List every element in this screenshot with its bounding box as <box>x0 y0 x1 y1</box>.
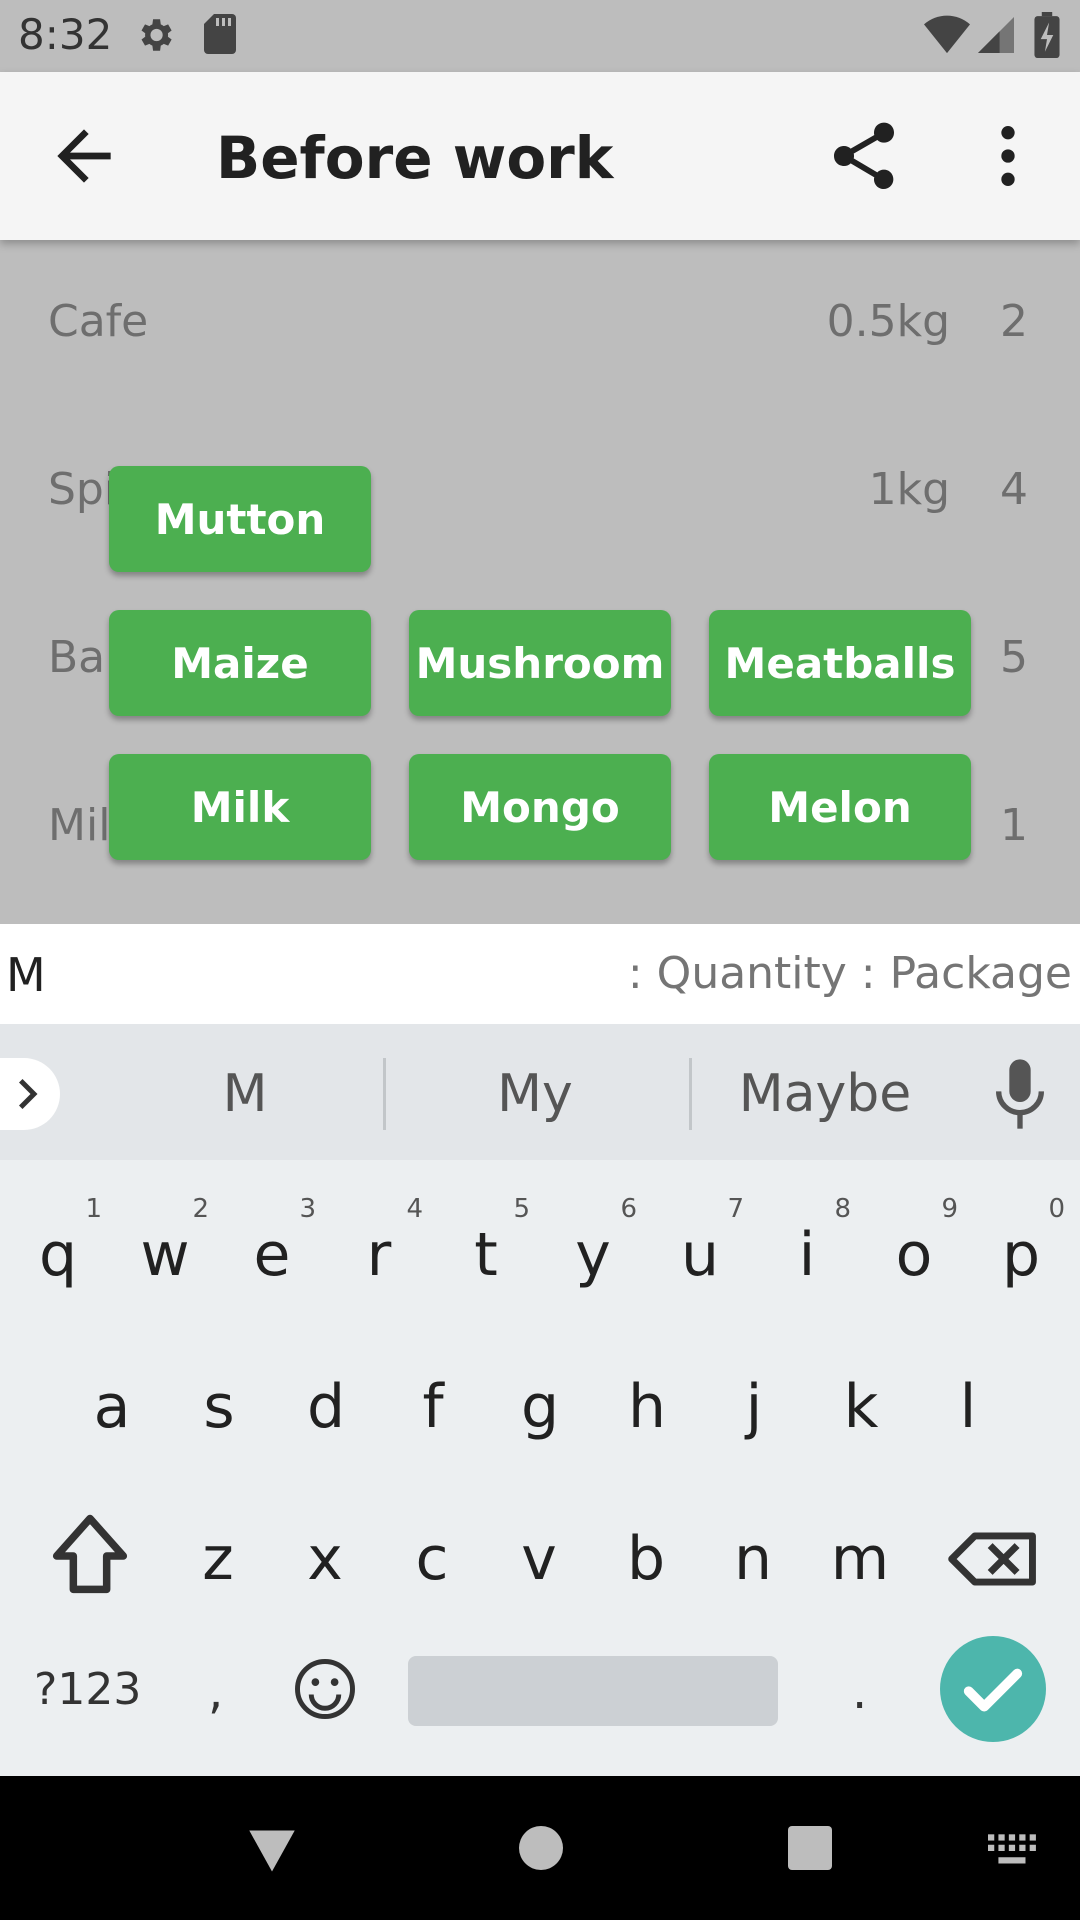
suggestion-chip[interactable]: Meatballs <box>709 610 971 716</box>
voice-input-button[interactable] <box>988 1054 1052 1134</box>
key-d[interactable]: d <box>276 1346 376 1466</box>
input-value: M <box>6 948 46 1002</box>
shift-key[interactable] <box>40 1496 140 1616</box>
triangle-down-icon <box>249 1830 295 1872</box>
word-suggestion[interactable]: Maybe <box>720 1064 930 1124</box>
nav-back-button[interactable] <box>244 1826 300 1876</box>
suggestion-chip[interactable]: Melon <box>709 754 971 860</box>
item-quantity: 5 <box>1000 632 1028 683</box>
item-name: Mil <box>48 800 111 851</box>
key-n[interactable]: n <box>703 1498 803 1618</box>
key-y[interactable]: 6y <box>543 1194 643 1314</box>
key-r[interactable]: 4r <box>329 1194 429 1314</box>
key-b[interactable]: b <box>596 1498 696 1618</box>
expand-toolbar-button[interactable] <box>0 1058 60 1130</box>
back-button[interactable] <box>44 116 124 196</box>
list-item[interactable]: Cafe 0.5kg 2 <box>0 274 1080 374</box>
period-key[interactable]: . <box>852 1664 867 1720</box>
keyboard-switch-button[interactable] <box>988 1834 1038 1868</box>
settings-icon <box>141 19 172 51</box>
item-quantity: 4 <box>1000 464 1028 515</box>
microphone-icon <box>996 1059 1044 1129</box>
key-z[interactable]: z <box>168 1498 268 1618</box>
item-name: Spi <box>48 464 117 515</box>
suggestion-chip[interactable]: Mutton <box>109 466 371 572</box>
shift-icon <box>52 1514 128 1594</box>
item-quantity: 1 <box>1000 800 1028 851</box>
suggestion-chip[interactable]: Milk <box>109 754 371 860</box>
status-bar: 8:32 <box>0 0 1080 72</box>
item-quantity: 2 <box>1000 296 1028 347</box>
suggestion-divider <box>383 1058 386 1130</box>
arrow-back-icon <box>57 129 111 183</box>
emoji-icon <box>295 1659 355 1719</box>
key-e[interactable]: 3e <box>222 1194 322 1314</box>
word-suggestion[interactable]: My <box>420 1064 650 1124</box>
navigation-bar <box>0 1776 1080 1920</box>
backspace-key[interactable] <box>944 1504 1044 1614</box>
key-h[interactable]: h <box>597 1346 697 1466</box>
status-time: 8:32 <box>18 10 113 59</box>
item-package: 1kg <box>868 464 950 515</box>
word-suggestion[interactable]: M <box>150 1064 340 1124</box>
key-f[interactable]: f <box>383 1346 483 1466</box>
keyboard-icon <box>988 1834 1036 1864</box>
key-s[interactable]: s <box>169 1346 269 1466</box>
key-u[interactable]: 7u <box>650 1194 750 1314</box>
input-hint: : Quantity : Package <box>627 948 1072 999</box>
nav-home-button[interactable] <box>519 1826 563 1870</box>
suggestion-chip[interactable]: Maize <box>109 610 371 716</box>
item-name: Cafe <box>48 296 149 347</box>
key-q[interactable]: 1q <box>8 1194 108 1314</box>
share-icon <box>834 122 894 189</box>
sd-card-icon <box>204 14 236 54</box>
key-g[interactable]: g <box>490 1346 590 1466</box>
suggestion-chip[interactable]: Mongo <box>409 754 671 860</box>
soft-keyboard: M My Maybe 1q 2w 3e 4r 5t 6y 7u 8i 9o 0p… <box>0 1024 1080 1776</box>
suggestion-divider <box>689 1058 692 1130</box>
page-title: Before work <box>216 124 614 192</box>
space-bar[interactable] <box>408 1656 778 1726</box>
nav-recents-button[interactable] <box>788 1826 832 1870</box>
app-bar: Before work <box>0 72 1080 240</box>
check-icon <box>963 1668 1023 1712</box>
item-package: 0.5kg <box>826 296 950 347</box>
done-key[interactable] <box>940 1636 1046 1742</box>
signal-icon <box>978 17 1014 53</box>
key-o[interactable]: 9o <box>864 1194 964 1314</box>
key-a[interactable]: a <box>62 1346 162 1466</box>
battery-icon <box>1034 12 1060 58</box>
suggestion-chip[interactable]: Mushroom <box>409 610 671 716</box>
item-name: Ba <box>48 632 106 683</box>
key-c[interactable]: c <box>382 1498 482 1618</box>
key-m[interactable]: m <box>810 1498 910 1618</box>
key-j[interactable]: j <box>704 1346 804 1466</box>
item-input-field[interactable]: M : Quantity : Package <box>0 924 1080 1024</box>
wifi-icon <box>924 15 970 54</box>
share-button[interactable] <box>824 116 904 196</box>
key-i[interactable]: 8i <box>757 1194 857 1314</box>
shopping-list: Cafe 0.5kg 2 Spi 1kg 4 Ba 5 Mil 1 Mutton… <box>0 240 1080 924</box>
key-k[interactable]: k <box>811 1346 911 1466</box>
key-w[interactable]: 2w <box>115 1194 215 1314</box>
emoji-key[interactable] <box>292 1656 358 1722</box>
key-p[interactable]: 0p <box>971 1194 1071 1314</box>
chevron-right-icon <box>19 1079 38 1109</box>
key-x[interactable]: x <box>275 1498 375 1618</box>
more-options-button[interactable] <box>968 116 1048 196</box>
key-v[interactable]: v <box>489 1498 589 1618</box>
more-vert-icon <box>1001 126 1015 186</box>
key-l[interactable]: l <box>918 1346 1018 1466</box>
backspace-icon <box>948 1532 1036 1586</box>
suggestion-strip: M My Maybe <box>0 1024 1080 1160</box>
key-t[interactable]: 5t <box>436 1194 536 1314</box>
comma-key[interactable]: , <box>208 1664 223 1720</box>
symbols-key[interactable]: ?123 <box>34 1664 141 1715</box>
